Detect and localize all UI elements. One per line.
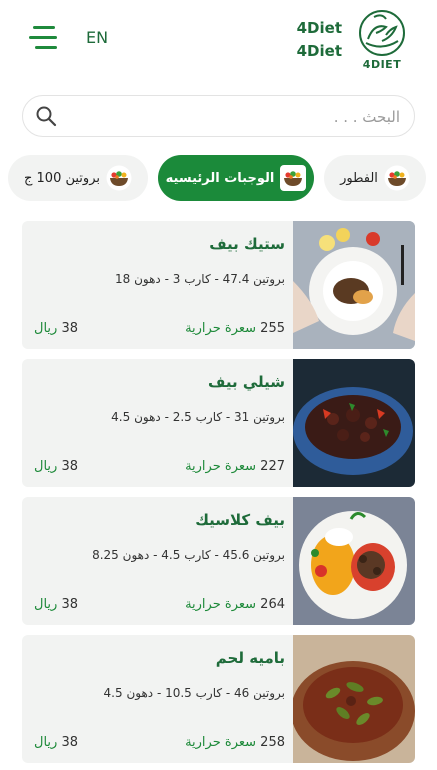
meal-card[interactable]: شيلي بيف بروتين 31 - كارب 2.5 - دهون 4.5…: [22, 359, 415, 487]
category-label: بروتين 100 ج: [24, 170, 100, 186]
meal-calories: 258 سعرة حرارية: [185, 735, 285, 750]
meal-price: 38 ريال: [34, 597, 78, 612]
logo-text: 4DIET: [362, 58, 402, 71]
price-currency: ريال: [34, 321, 58, 336]
meal-macros: بروتين 46 - كارب 10.5 - دهون 4.5: [103, 686, 285, 700]
search-input[interactable]: [73, 96, 402, 138]
price-currency: ريال: [34, 735, 58, 750]
category-label: الفطور: [340, 170, 378, 186]
brand-name-line2: 4Diet: [296, 42, 342, 60]
meal-calories: 255 سعرة حرارية: [185, 321, 285, 336]
salad-bowl-icon: [106, 165, 132, 191]
calories-value: 264: [260, 597, 285, 612]
salad-bowl-icon: [384, 165, 410, 191]
calories-unit: سعرة حرارية: [185, 735, 257, 750]
calories-unit: سعرة حرارية: [185, 459, 257, 474]
calories-value: 227: [260, 459, 285, 474]
category-label: الوجبات الرئيسيه: [165, 170, 275, 186]
salad-bowl-icon: [280, 165, 307, 191]
logo-emblem-icon: [359, 10, 405, 56]
brand-name-line1: 4Diet: [296, 19, 342, 37]
price-value: 38: [61, 597, 78, 612]
category-chip-breakfast[interactable]: الفطور: [324, 155, 426, 201]
meal-calories: 264 سعرة حرارية: [185, 597, 285, 612]
category-chip-protein-100g[interactable]: بروتين 100 ج: [8, 155, 148, 201]
language-toggle[interactable]: EN: [86, 28, 108, 47]
price-value: 38: [61, 735, 78, 750]
app-header: EN 4Diet 4Diet 4DIET: [0, 0, 437, 84]
steak-plate-photo: [293, 221, 415, 349]
hamburger-menu-icon[interactable]: [29, 26, 61, 50]
meal-name: ستيك بيف: [209, 235, 285, 253]
meal-card[interactable]: بيف كلاسيك بروتين 45.6 - كارب 4.5 - دهون…: [22, 497, 415, 625]
meal-macros: بروتين 45.6 - كارب 4.5 - دهون 8.25: [92, 548, 285, 562]
brand-name: 4Diet 4Diet: [290, 17, 342, 63]
meal-card[interactable]: باميه لحم بروتين 46 - كارب 10.5 - دهون 4…: [22, 635, 415, 763]
price-value: 38: [61, 321, 78, 336]
brand-logo[interactable]: 4DIET: [352, 9, 412, 75]
calories-unit: سعرة حرارية: [185, 321, 257, 336]
chili-beef-bowl-photo: [293, 359, 415, 487]
search-icon[interactable]: [35, 105, 57, 127]
meal-name: باميه لحم: [215, 649, 285, 667]
price-value: 38: [61, 459, 78, 474]
okra-stew-photo: [293, 635, 415, 763]
meal-name: شيلي بيف: [207, 373, 285, 391]
meal-macros: بروتين 31 - كارب 2.5 - دهون 4.5: [111, 410, 285, 424]
calories-value: 258: [260, 735, 285, 750]
meal-price: 38 ريال: [34, 321, 78, 336]
calories-unit: سعرة حرارية: [185, 597, 257, 612]
meal-price: 38 ريال: [34, 735, 78, 750]
calories-value: 255: [260, 321, 285, 336]
price-currency: ريال: [34, 597, 58, 612]
meal-card[interactable]: ستيك بيف بروتين 47.4 - كارب 3 - دهون 18 …: [22, 221, 415, 349]
meal-price: 38 ريال: [34, 459, 78, 474]
meal-macros: بروتين 47.4 - كارب 3 - دهون 18: [114, 272, 285, 286]
meal-calories: 227 سعرة حرارية: [185, 459, 285, 474]
price-currency: ريال: [34, 459, 58, 474]
category-chip-main-meals[interactable]: الوجبات الرئيسيه: [158, 155, 314, 201]
meal-name: بيف كلاسيك: [195, 511, 285, 529]
search-bar: [22, 95, 415, 138]
beef-rice-plate-photo: [293, 497, 415, 625]
